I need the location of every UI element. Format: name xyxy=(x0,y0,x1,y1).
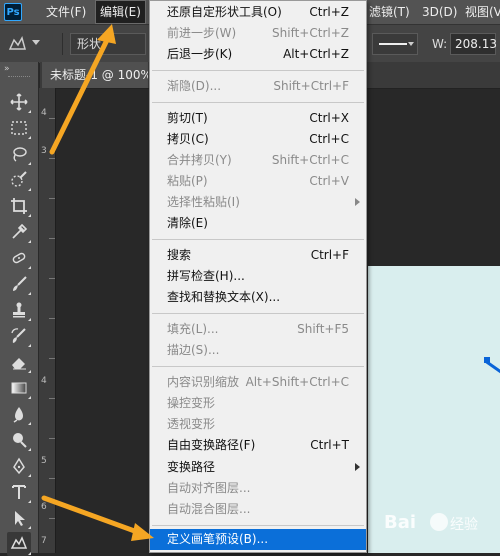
menu-item-undo[interactable]: 还原自定形状工具(O) Ctrl+Z xyxy=(150,2,366,23)
menu-item-content-aware-scale[interactable]: 内容识别缩放 Alt+Shift+Ctrl+C xyxy=(150,372,366,393)
gradient-icon xyxy=(11,382,27,394)
clone-stamp-tool[interactable] xyxy=(7,298,31,322)
menu-item-auto-blend-layers[interactable]: 自动混合图层... xyxy=(150,499,366,520)
menu-item-cut[interactable]: 剪切(T) Ctrl+X xyxy=(150,108,366,129)
tool-preset-dropdown-icon[interactable] xyxy=(32,40,40,45)
ruler-label: 6 xyxy=(41,502,47,512)
menu-separator xyxy=(152,525,364,526)
width-input[interactable]: 208.13 xyxy=(450,33,497,55)
path-selection-tool[interactable] xyxy=(7,506,31,530)
menu-item-search[interactable]: 搜索 Ctrl+F xyxy=(150,245,366,266)
eraser-icon xyxy=(12,358,26,370)
path-select-icon xyxy=(15,511,25,526)
menu-item-copy[interactable]: 拷贝(C) Ctrl+C xyxy=(150,129,366,150)
stroke-line-icon xyxy=(379,43,407,45)
stamp-icon xyxy=(13,302,25,318)
blur-icon xyxy=(13,407,23,423)
move-tool[interactable] xyxy=(7,90,31,114)
custom-shape-icon xyxy=(10,536,28,549)
quick-select-tool[interactable] xyxy=(7,168,31,192)
menu-separator xyxy=(152,102,364,103)
photoshop-logo: Ps xyxy=(4,3,22,21)
options-divider xyxy=(62,33,63,55)
history-brush-tool[interactable] xyxy=(7,324,31,348)
crop-icon xyxy=(11,198,27,214)
menu-item-transform-path[interactable]: 变换路径 xyxy=(150,457,366,478)
healing-brush-tool[interactable] xyxy=(7,246,31,270)
gradient-tool[interactable] xyxy=(7,376,31,400)
panel-grip[interactable] xyxy=(8,76,30,79)
blur-tool[interactable] xyxy=(7,402,31,426)
pen-tool[interactable] xyxy=(7,454,31,478)
pen-icon xyxy=(13,457,25,475)
custom-shape-tool[interactable] xyxy=(7,532,31,556)
lasso-icon xyxy=(13,147,27,162)
brush-icon xyxy=(13,276,27,291)
menu-item-auto-align-layers[interactable]: 自动对齐图层... xyxy=(150,478,366,499)
ruler-label: 5 xyxy=(41,456,47,466)
submenu-arrow-icon xyxy=(355,463,360,471)
eraser-tool[interactable] xyxy=(7,350,31,374)
dodge-tool[interactable] xyxy=(7,428,31,452)
chevron-down-icon xyxy=(408,42,414,46)
quick-select-icon xyxy=(11,171,27,187)
ruler-label: 7 xyxy=(41,536,47,546)
menu-filter[interactable]: 滤镜(T) xyxy=(369,0,410,24)
menu-separator xyxy=(152,239,364,240)
custom-shape-preset-icon[interactable] xyxy=(6,34,28,54)
menu-item-spell-check[interactable]: 拼写检查(H)... xyxy=(150,266,366,287)
watermark-text-2: 经验 xyxy=(450,517,478,533)
menu-item-perspective-warp[interactable]: 透视变形 xyxy=(150,414,366,435)
menu-item-puppet-warp[interactable]: 操控变形 xyxy=(150,393,366,414)
ruler-label: 4 xyxy=(41,376,47,386)
type-icon xyxy=(12,485,26,499)
tools-panel: » xyxy=(0,62,39,556)
edit-menu-dropdown: 还原自定形状工具(O) Ctrl+Z 前进一步(W) Shift+Ctrl+Z 后退… xyxy=(149,0,367,553)
menu-separator xyxy=(152,366,364,367)
width-label: W: xyxy=(432,37,448,51)
healing-icon xyxy=(12,252,26,264)
dodge-icon xyxy=(13,433,27,448)
crop-tool[interactable] xyxy=(7,194,31,218)
shape-mode-select[interactable]: 形状 xyxy=(70,33,146,55)
paw-logo-icon xyxy=(430,513,448,531)
ruler-label: 3 xyxy=(41,146,47,156)
move-icon xyxy=(10,93,28,111)
stroke-type-select[interactable] xyxy=(372,33,418,55)
marquee-tool[interactable] xyxy=(7,116,31,140)
menu-edit[interactable]: 编辑(E) xyxy=(95,0,146,24)
marquee-icon xyxy=(11,121,27,135)
menu-item-fade[interactable]: 渐隐(D)... Shift+Ctrl+F xyxy=(150,76,366,97)
menu-separator xyxy=(152,70,364,71)
watermark: Bai 经验 xyxy=(384,510,494,540)
menu-item-paste-special[interactable]: 选择性粘贴(I) xyxy=(150,192,366,213)
menu-item-find-replace[interactable]: 查找和替换文本(X)... xyxy=(150,287,366,308)
menu-item-paste[interactable]: 粘贴(P) Ctrl+V xyxy=(150,171,366,192)
menu-item-free-transform-path[interactable]: 自由变换路径(F) Ctrl+T xyxy=(150,435,366,456)
collapse-panel-icon[interactable]: » xyxy=(4,64,9,74)
brush-tool[interactable] xyxy=(7,272,31,296)
submenu-arrow-icon xyxy=(355,198,360,206)
lasso-tool[interactable] xyxy=(7,142,31,166)
menu-separator xyxy=(152,313,364,314)
menu-item-step-backward[interactable]: 后退一步(K) Alt+Ctrl+Z xyxy=(150,44,366,65)
watermark-text: Bai xyxy=(384,512,417,533)
menu-item-define-brush-preset[interactable]: 定义画笔预设(B)... xyxy=(150,529,366,550)
menu-item-clear[interactable]: 清除(E) xyxy=(150,213,366,234)
menu-3d[interactable]: 3D(D) xyxy=(422,0,457,24)
eyedropper-icon xyxy=(12,223,28,239)
menu-item-fill[interactable]: 填充(L)... Shift+F5 xyxy=(150,319,366,340)
menu-file[interactable]: 文件(F) xyxy=(46,0,86,24)
eyedropper-tool[interactable] xyxy=(7,220,31,244)
vertical-ruler[interactable]: 4 3 4 5 6 7 xyxy=(39,88,56,553)
menu-item-stroke[interactable]: 描边(S)... xyxy=(150,340,366,361)
menu-item-copy-merged[interactable]: 合并拷贝(Y) Shift+Ctrl+C xyxy=(150,150,366,171)
document-tab[interactable]: 未标题-1 @ 100% xyxy=(42,62,148,88)
menu-view[interactable]: 视图(V) xyxy=(465,0,500,24)
history-brush-icon xyxy=(11,328,26,343)
type-tool[interactable] xyxy=(7,480,31,504)
ruler-label: 4 xyxy=(41,108,47,118)
menu-item-step-forward[interactable]: 前进一步(W) Shift+Ctrl+Z xyxy=(150,23,366,44)
